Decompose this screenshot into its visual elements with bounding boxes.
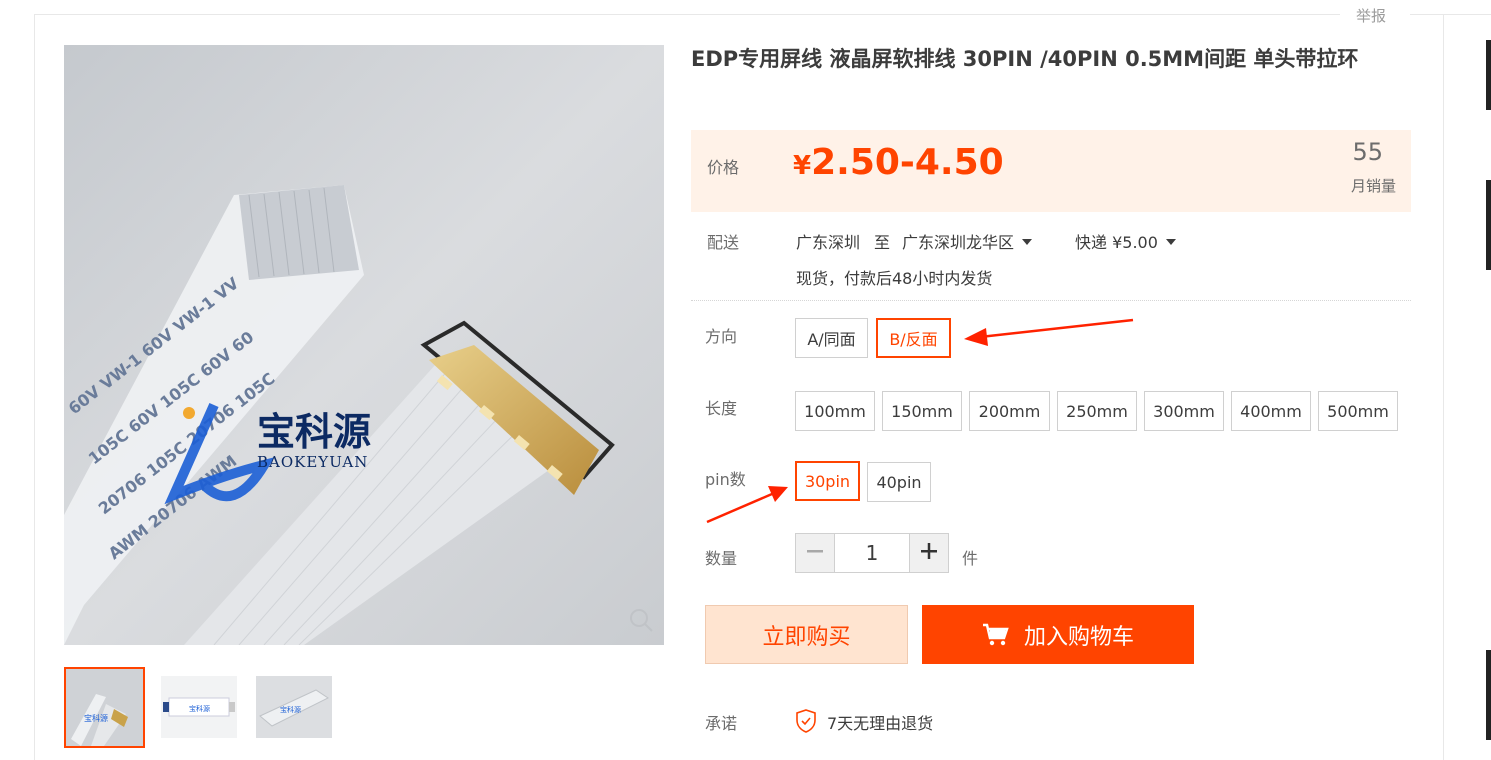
length-option-250mm[interactable]: 250mm [1057, 391, 1137, 431]
length-option-100mm[interactable]: 100mm [795, 391, 875, 431]
delivery-label: 配送 [707, 233, 740, 252]
svg-text:宝科源: 宝科源 [280, 705, 301, 714]
pin-option-30pin[interactable]: 30pin [795, 461, 860, 501]
length-option-500mm[interactable]: 500mm [1318, 391, 1398, 431]
price-panel: 价格 ¥2.50-4.50 55 月销量 [691, 130, 1411, 212]
minus-icon [806, 542, 824, 564]
ship-to-word: 至 [874, 233, 891, 252]
ship-to-value: 广东深圳龙华区 [902, 233, 1015, 252]
cart-icon [982, 623, 1010, 647]
monthly-sales-count: 55 [1352, 138, 1383, 166]
stock-note: 现货，付款后48小时内发货 [796, 269, 993, 288]
direction-option-b[interactable]: B/反面 [876, 318, 951, 358]
pin-count-label: pin数 [705, 470, 746, 489]
length-option-400mm[interactable]: 400mm [1231, 391, 1311, 431]
plus-icon [920, 542, 938, 564]
monthly-sales-label: 月销量 [1350, 177, 1396, 195]
return-policy: 7天无理由退货 [827, 714, 934, 733]
section-divider [691, 300, 1411, 301]
thumbnail-1[interactable]: 宝科源 [64, 667, 145, 748]
currency-symbol: ¥ [793, 151, 812, 181]
thumbnail-3[interactable]: 宝科源 [256, 676, 332, 738]
zoom-icon[interactable] [628, 607, 654, 637]
length-option-300mm[interactable]: 300mm [1144, 391, 1224, 431]
price-value: ¥2.50-4.50 [793, 142, 1004, 183]
pin-option-40pin[interactable]: 40pin [867, 462, 931, 502]
shield-check-icon [795, 709, 817, 737]
svg-text:宝科源: 宝科源 [189, 704, 210, 713]
brand-watermark-en: BAOKEYUAN [257, 453, 368, 471]
ribbon-cable-illustration: 60V VW-1 60V VW-1 VV 105C 60V 105C 60V 6… [64, 45, 664, 645]
edge-scroll-strip [1486, 40, 1491, 110]
quantity-increase-button[interactable] [909, 533, 949, 573]
quantity-decrease-button[interactable] [795, 533, 835, 573]
add-to-cart-button[interactable]: 加入购物车 [922, 605, 1194, 664]
direction-option-a[interactable]: A/同面 [795, 318, 868, 358]
product-title: EDP专用屏线 液晶屏软排线 30PIN /40PIN 0.5MM间距 单头带拉… [691, 47, 1359, 71]
shipping-fee: 快递 ¥5.00 [1075, 233, 1158, 252]
quantity-unit: 件 [962, 549, 979, 568]
chevron-down-icon [1022, 239, 1033, 245]
edge-scroll-strip [1486, 180, 1491, 270]
product-page: 举报 60V VW-1 60V VW-1 VV 105C 60V 105C 60… [0, 0, 1491, 760]
quantity-label: 数量 [705, 549, 738, 568]
add-to-cart-label: 加入购物车 [1023, 624, 1134, 650]
frame-divider [1410, 14, 1491, 15]
length-label: 长度 [705, 399, 738, 418]
chevron-down-icon [1165, 239, 1176, 245]
report-link[interactable]: 举报 [1356, 5, 1386, 26]
shipping-method-selector[interactable]: 快递 ¥5.00 [1075, 229, 1176, 253]
svg-text:宝科源: 宝科源 [84, 713, 108, 723]
quantity-input[interactable]: 1 [835, 533, 909, 573]
thumbnail-2[interactable]: 宝科源 [161, 676, 237, 738]
main-product-image[interactable]: 60V VW-1 60V VW-1 VV 105C 60V 105C 60V 6… [64, 45, 664, 645]
edge-scroll-strip [1486, 650, 1491, 740]
promise-label: 承诺 [705, 714, 738, 733]
price-label: 价格 [707, 158, 740, 177]
ship-from: 广东深圳 [796, 233, 861, 252]
buy-now-button[interactable]: 立即购买 [705, 605, 908, 664]
frame-divider [34, 14, 35, 760]
direction-label: 方向 [705, 327, 738, 346]
length-option-150mm[interactable]: 150mm [882, 391, 962, 431]
ship-to-selector[interactable]: 广东深圳龙华区 [902, 229, 1033, 253]
price-range: 2.50-4.50 [811, 142, 1004, 183]
brand-watermark-cn: 宝科源 [257, 409, 371, 454]
length-option-200mm[interactable]: 200mm [969, 391, 1050, 431]
frame-divider [1443, 14, 1444, 760]
frame-divider [34, 14, 1340, 15]
